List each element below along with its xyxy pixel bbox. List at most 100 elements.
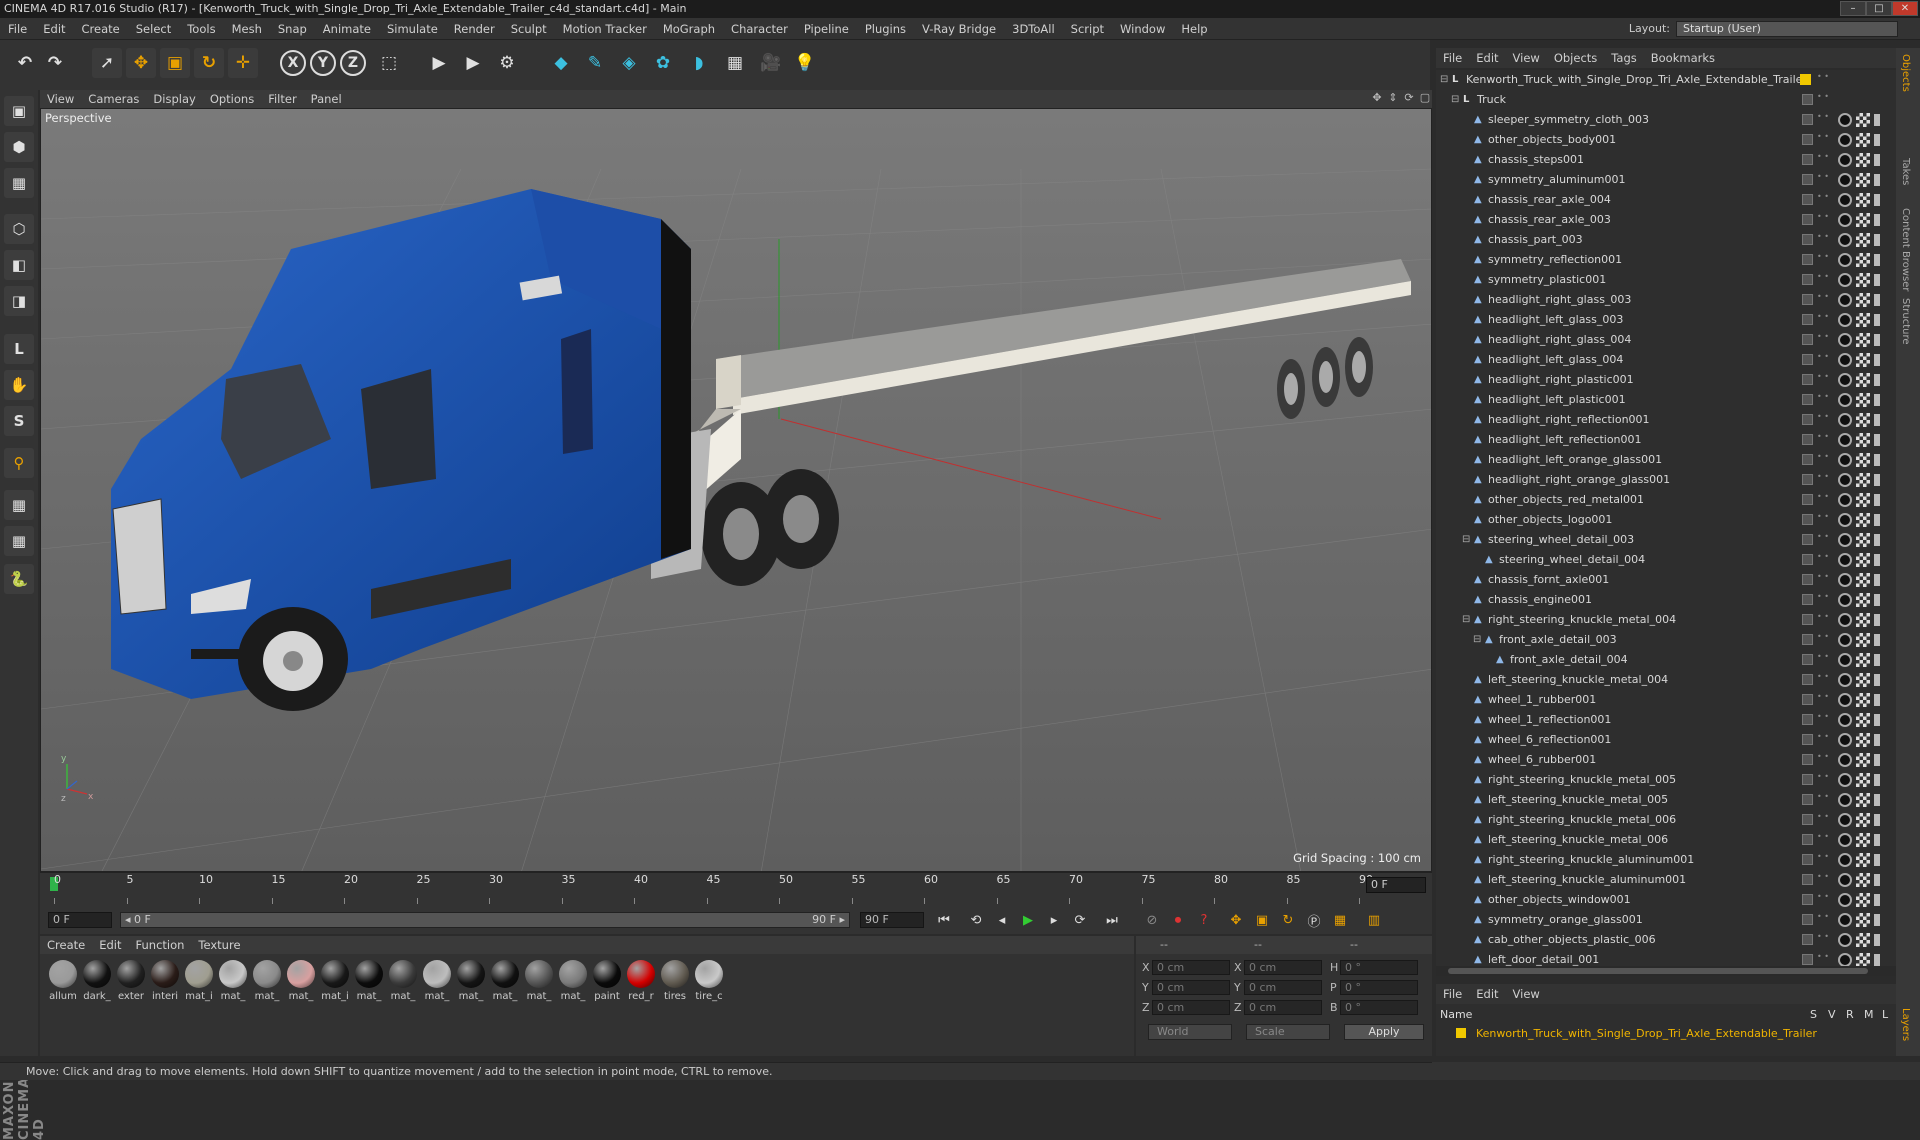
viewport-zoom-icon[interactable]: ⇕ (1386, 91, 1400, 105)
object-row[interactable]: ▲ other_objects_logo001 • • (1436, 510, 1896, 530)
material-tag-icon[interactable] (1856, 113, 1870, 127)
phong-tag-icon[interactable] (1838, 373, 1852, 387)
phong-tag-icon[interactable] (1838, 733, 1852, 747)
visibility-check[interactable] (1802, 854, 1813, 865)
viewport-menu-view[interactable]: View (40, 90, 81, 108)
render-picture-viewer-button[interactable]: ▶ (458, 48, 488, 78)
left-tool-1-icon[interactable]: ⬢ (4, 132, 34, 162)
render-dots[interactable]: • • (1817, 353, 1829, 367)
extra-tag-icon[interactable] (1874, 374, 1880, 386)
extra-tag-icon[interactable] (1874, 194, 1880, 206)
extra-tag-icon[interactable] (1874, 454, 1880, 466)
viewport-menu-display[interactable]: Display (146, 90, 202, 108)
object-row[interactable]: ▲ right_steering_knuckle_metal_006 • • (1436, 810, 1896, 830)
visibility-check[interactable] (1802, 694, 1813, 705)
material-tag-icon[interactable] (1856, 593, 1870, 607)
object-row[interactable]: ▲ headlight_right_glass_003 • • (1436, 290, 1896, 310)
render-dots[interactable]: • • (1817, 133, 1829, 147)
object-row[interactable]: ▲ right_steering_knuckle_metal_005 • • (1436, 770, 1896, 790)
extra-tag-icon[interactable] (1874, 554, 1880, 566)
extra-tag-icon[interactable] (1874, 154, 1880, 166)
visibility-check[interactable] (1802, 214, 1813, 225)
coord-value-field[interactable]: 0 ° (1340, 1000, 1418, 1015)
render-dots[interactable]: • • (1817, 413, 1829, 427)
render-dots[interactable]: • • (1817, 793, 1829, 807)
timeline-ruler[interactable]: 051015202530354045505560657075808590 0 F (40, 872, 1432, 906)
menu-animate[interactable]: Animate (315, 18, 379, 40)
object-row[interactable]: ▲ headlight_right_orange_glass001 • • (1436, 470, 1896, 490)
prev-key-button[interactable]: ⟲ (964, 909, 988, 931)
render-dots[interactable]: • • (1817, 93, 1829, 107)
object-row[interactable]: ▲ chassis_rear_axle_003 • • (1436, 210, 1896, 230)
visibility-check[interactable] (1802, 594, 1813, 605)
object-row[interactable]: ▲ steering_wheel_detail_004 • • (1436, 550, 1896, 570)
render-dots[interactable]: • • (1817, 673, 1829, 687)
phong-tag-icon[interactable] (1838, 393, 1852, 407)
extra-tag-icon[interactable] (1874, 934, 1880, 946)
visibility-check[interactable] (1802, 514, 1813, 525)
visibility-check[interactable] (1802, 934, 1813, 945)
render-dots[interactable]: • • (1817, 913, 1829, 927)
layer-color-chip[interactable] (1800, 74, 1811, 85)
render-dots[interactable]: • • (1817, 433, 1829, 447)
material-tag-icon[interactable] (1856, 953, 1870, 966)
visibility-check[interactable] (1802, 834, 1813, 845)
expand-toggle-icon[interactable]: ⊟ (1451, 95, 1461, 105)
layer-menu-edit[interactable]: Edit (1469, 984, 1505, 1004)
side-tab-objects[interactable]: Objects (1900, 54, 1911, 92)
render-dots[interactable]: • • (1817, 753, 1829, 767)
left-tool-0-icon[interactable]: ▣ (4, 96, 34, 126)
visibility-check[interactable] (1802, 334, 1813, 345)
array-button[interactable]: ✿ (648, 48, 678, 78)
phong-tag-icon[interactable] (1838, 853, 1852, 867)
material-menu-texture[interactable]: Texture (191, 936, 247, 954)
visibility-check[interactable] (1802, 414, 1813, 425)
left-tool-6-icon[interactable]: L (4, 334, 34, 364)
material-tag-icon[interactable] (1856, 653, 1870, 667)
extra-tag-icon[interactable] (1874, 214, 1880, 226)
render-dots[interactable]: • • (1817, 253, 1829, 267)
extra-tag-icon[interactable] (1874, 174, 1880, 186)
material-tag-icon[interactable] (1856, 133, 1870, 147)
object-row[interactable]: ▲ chassis_fornt_axle001 • • (1436, 570, 1896, 590)
visibility-check[interactable] (1802, 914, 1813, 925)
visibility-check[interactable] (1802, 174, 1813, 185)
object-row[interactable]: ▲ symmetry_orange_glass001 • • (1436, 910, 1896, 930)
start-frame-field[interactable]: 0 F (48, 912, 112, 928)
phong-tag-icon[interactable] (1838, 673, 1852, 687)
render-dots[interactable]: • • (1817, 273, 1829, 287)
object-row[interactable]: ▲ left_steering_knuckle_metal_006 • • (1436, 830, 1896, 850)
visibility-check[interactable] (1802, 614, 1813, 625)
material-tag-icon[interactable] (1856, 693, 1870, 707)
object-row[interactable]: ▲ wheel_1_reflection001 • • (1436, 710, 1896, 730)
material-swatch[interactable]: dark_ (82, 960, 112, 1002)
lock-z-button[interactable]: Z (340, 50, 366, 76)
material-swatch[interactable]: mat_ (558, 960, 588, 1002)
minimize-button[interactable]: – (1840, 1, 1866, 16)
extra-tag-icon[interactable] (1874, 494, 1880, 506)
extra-tag-icon[interactable] (1874, 894, 1880, 906)
object-menu-bookmarks[interactable]: Bookmarks (1644, 48, 1722, 68)
apply-button[interactable]: Apply (1344, 1024, 1424, 1040)
left-tool-9-icon[interactable]: ⚲ (4, 448, 34, 478)
menu-render[interactable]: Render (446, 18, 503, 40)
phong-tag-icon[interactable] (1838, 833, 1852, 847)
object-menu-file[interactable]: File (1436, 48, 1469, 68)
menu-simulate[interactable]: Simulate (379, 18, 446, 40)
expand-toggle-icon[interactable]: ⊟ (1462, 535, 1472, 545)
material-swatch[interactable]: mat_ (422, 960, 452, 1002)
material-tag-icon[interactable] (1856, 633, 1870, 647)
visibility-check[interactable] (1802, 234, 1813, 245)
visibility-check[interactable] (1802, 814, 1813, 825)
render-dots[interactable]: • • (1817, 813, 1829, 827)
material-tag-icon[interactable] (1856, 193, 1870, 207)
autokey-icon[interactable]: ? (1192, 909, 1216, 931)
side-tab-structure[interactable]: Structure (1900, 298, 1911, 345)
viewport-menu-filter[interactable]: Filter (261, 90, 303, 108)
left-tool-10-icon[interactable]: ▦ (4, 490, 34, 520)
object-row[interactable]: ▲ headlight_right_plastic001 • • (1436, 370, 1896, 390)
viewport-menu-cameras[interactable]: Cameras (81, 90, 146, 108)
menu-script[interactable]: Script (1063, 18, 1112, 40)
material-swatch[interactable]: mat_ (490, 960, 520, 1002)
material-swatch[interactable]: tires (660, 960, 690, 1002)
